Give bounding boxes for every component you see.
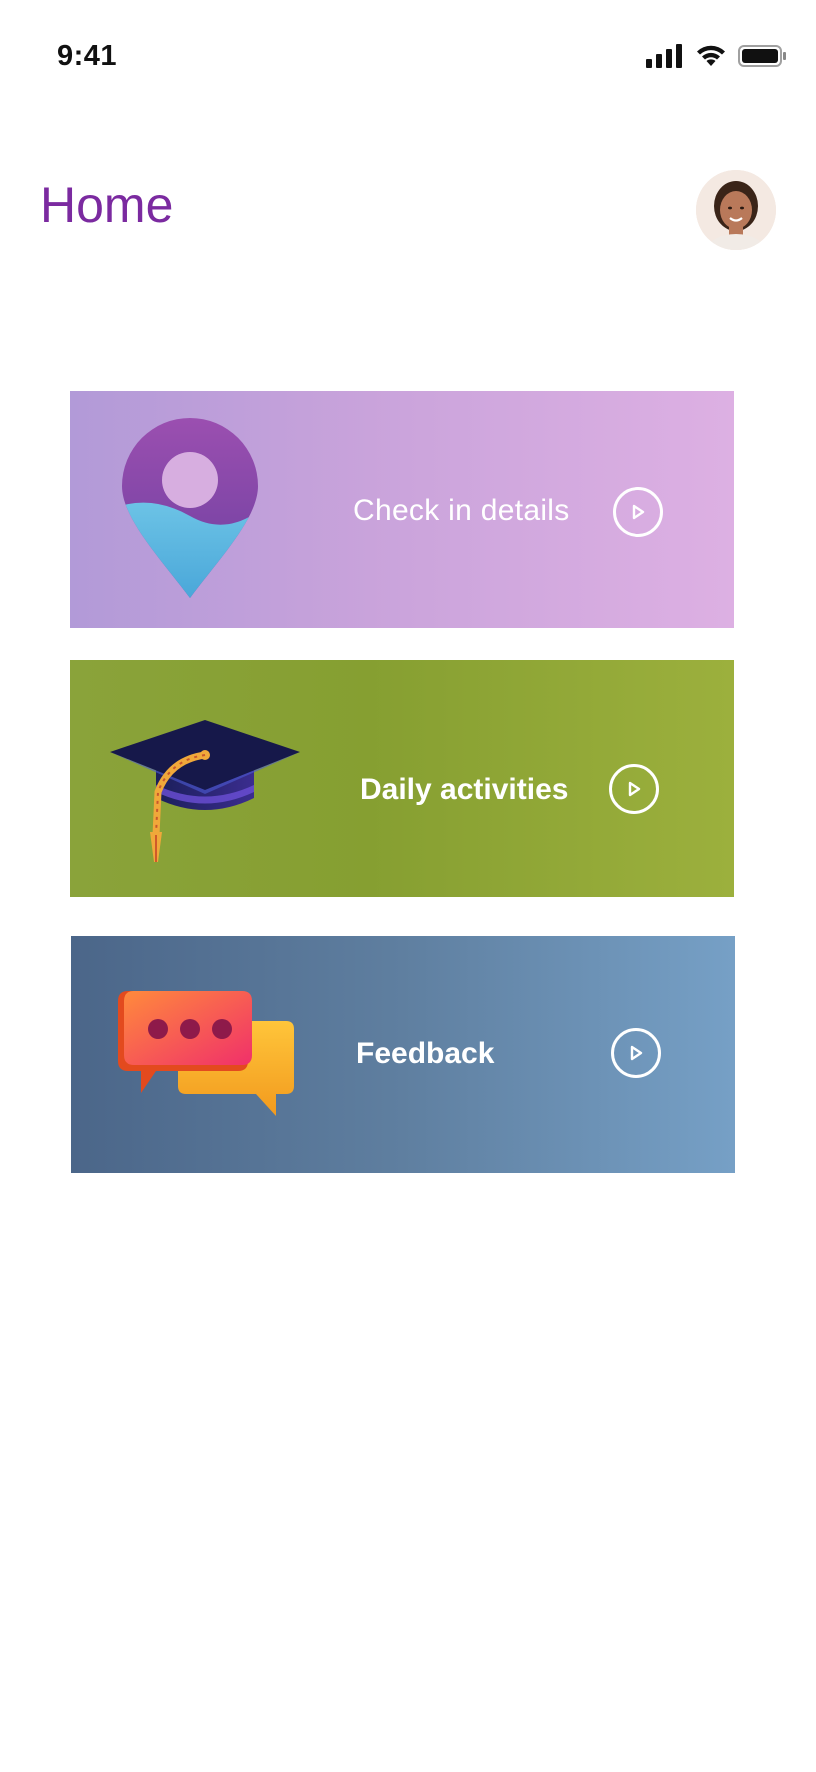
feedback-card[interactable]: Feedback: [71, 936, 735, 1173]
feedback-play-button[interactable]: [611, 1028, 661, 1078]
status-bar: 9:41: [0, 0, 816, 110]
play-icon: [628, 781, 641, 797]
daily-activities-card[interactable]: Daily activities: [70, 660, 734, 897]
check-in-details-label: Check in details: [353, 494, 570, 527]
chat-bubbles-icon: [118, 991, 294, 1116]
avatar[interactable]: [696, 170, 776, 250]
status-icons: [646, 42, 788, 70]
status-time: 9:41: [57, 40, 118, 72]
signal-icon: [646, 44, 682, 68]
location-pin-icon: [122, 418, 258, 598]
play-icon: [630, 1045, 643, 1061]
wifi-icon: [697, 45, 725, 66]
page-title: Home: [40, 177, 174, 233]
check-in-details-card[interactable]: Check in details: [70, 391, 734, 628]
battery-icon: [738, 45, 786, 67]
user-avatar-icon: [696, 170, 776, 250]
graduation-cap-icon: [110, 720, 300, 862]
play-icon: [632, 504, 645, 520]
daily-activities-label: Daily activities: [360, 773, 569, 806]
daily-activities-play-button[interactable]: [609, 764, 659, 814]
check-in-details-play-button[interactable]: [613, 487, 663, 537]
feedback-label: Feedback: [356, 1037, 495, 1070]
